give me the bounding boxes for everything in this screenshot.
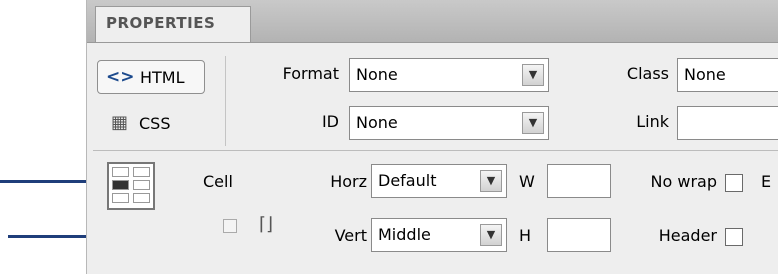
css-mode-button[interactable]: ▦ CSS [97, 108, 205, 142]
header-checkbox[interactable] [725, 228, 743, 246]
id-select[interactable]: None ▼ [349, 106, 549, 140]
vertical-divider [225, 56, 226, 146]
panel-titlebar: PROPERTIES [87, 0, 778, 43]
tab-properties-label: PROPERTIES [106, 14, 216, 32]
id-select-value: None [356, 113, 398, 132]
id-label: ID [321, 112, 339, 131]
tab-properties[interactable]: PROPERTIES [95, 6, 251, 42]
vert-select[interactable]: Middle ▼ [371, 218, 507, 252]
format-select[interactable]: None ▼ [349, 58, 549, 92]
format-select-value: None [356, 65, 398, 84]
section-separator [93, 150, 778, 151]
horz-select[interactable]: Default ▼ [371, 164, 507, 198]
table-cell-icon [107, 162, 155, 210]
width-label: W [519, 172, 535, 191]
format-label: Format [282, 64, 339, 83]
height-label: H [519, 226, 532, 245]
vert-label: Vert [334, 226, 367, 245]
class-label: Class [626, 64, 669, 83]
nowrap-label: No wrap [650, 172, 717, 191]
chevron-down-icon: ▼ [522, 112, 544, 134]
html-button-label: HTML [140, 68, 185, 87]
css-icon: ▦ [111, 112, 129, 133]
merge-cells-icon[interactable] [223, 219, 237, 233]
chevron-down-icon: ▼ [480, 224, 502, 246]
html-mode-button[interactable]: <> HTML [97, 60, 205, 94]
class-select[interactable]: None [677, 58, 778, 92]
horz-select-value: Default [378, 171, 437, 190]
nowrap-checkbox[interactable] [725, 174, 743, 192]
height-input[interactable] [547, 218, 611, 252]
header-label: Header [658, 226, 717, 245]
horz-label: Horz [330, 172, 367, 191]
link-input[interactable] [677, 106, 778, 140]
width-input[interactable] [547, 164, 611, 198]
properties-panel: PROPERTIES <> HTML ▦ CSS Format None ▼ I… [86, 0, 778, 274]
css-button-label: CSS [139, 114, 171, 133]
truncated-label: E [761, 172, 772, 191]
split-cell-icon[interactable]: ⌈⌋ [259, 214, 273, 235]
class-select-value: None [684, 65, 726, 84]
chevron-down-icon: ▼ [522, 64, 544, 86]
cell-label: Cell [203, 172, 233, 191]
link-label: Link [636, 112, 669, 131]
chevron-down-icon: ▼ [480, 170, 502, 192]
vert-select-value: Middle [378, 225, 431, 244]
code-brackets-icon: <> [106, 67, 135, 87]
